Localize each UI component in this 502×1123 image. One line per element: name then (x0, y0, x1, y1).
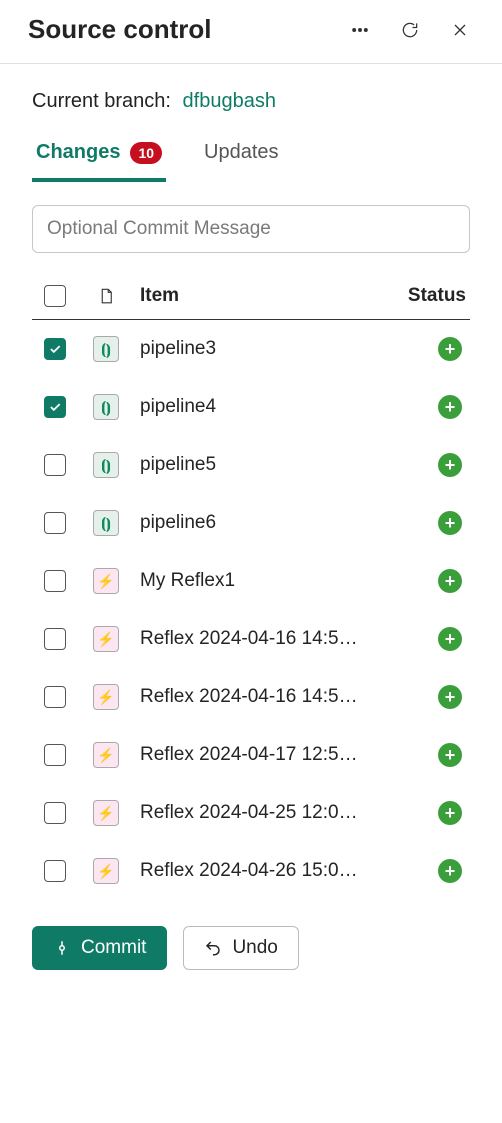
tab-updates[interactable]: Updates (200, 141, 283, 182)
table-row[interactable]: ⦗⦘ pipeline3 + (32, 320, 470, 378)
table-row[interactable]: ⦗⦘ pipeline6 + (32, 494, 470, 552)
refresh-icon[interactable] (396, 16, 424, 44)
item-name: Reflex 2024-04-25 12:0… (140, 802, 380, 824)
pipeline-icon: ⦗⦘ (93, 394, 119, 420)
item-name: pipeline4 (140, 396, 380, 418)
table-row[interactable]: ⚡ Reflex 2024-04-16 14:5… + (32, 668, 470, 726)
table-row[interactable]: ⦗⦘ pipeline4 + (32, 378, 470, 436)
reflex-icon: ⚡ (93, 800, 119, 826)
row-checkbox[interactable] (44, 628, 66, 650)
status-added-icon: + (438, 627, 462, 651)
item-name: pipeline5 (140, 454, 380, 476)
status-added-icon: + (438, 685, 462, 709)
reflex-icon: ⚡ (93, 568, 119, 594)
close-icon[interactable] (446, 16, 474, 44)
item-name: pipeline3 (140, 338, 380, 360)
status-added-icon: + (438, 453, 462, 477)
row-checkbox[interactable] (44, 512, 66, 534)
row-checkbox[interactable] (44, 454, 66, 476)
undo-button[interactable]: Undo (183, 926, 298, 970)
column-item[interactable]: Item (134, 285, 390, 307)
tab-updates-label: Updates (204, 141, 279, 164)
changes-count-badge: 10 (130, 142, 162, 164)
row-checkbox[interactable] (44, 570, 66, 592)
panel-header: Source control (0, 0, 502, 64)
table-row[interactable]: ⚡ Reflex 2024-04-17 12:5… + (32, 726, 470, 784)
status-added-icon: + (438, 395, 462, 419)
row-checkbox[interactable] (44, 860, 66, 882)
status-added-icon: + (438, 743, 462, 767)
file-icon (78, 285, 134, 307)
item-name: pipeline6 (140, 512, 380, 534)
item-name: Reflex 2024-04-17 12:5… (140, 744, 380, 766)
tab-changes-label: Changes (36, 141, 120, 164)
branch-name[interactable]: dfbugbash (183, 90, 276, 112)
more-icon[interactable] (346, 16, 374, 44)
select-all-checkbox[interactable] (44, 285, 66, 307)
item-name: Reflex 2024-04-16 14:5… (140, 686, 380, 708)
undo-button-label: Undo (232, 937, 277, 959)
table-row[interactable]: ⚡ Reflex 2024-04-26 15:0… + (32, 842, 470, 900)
panel-title: Source control (28, 14, 211, 45)
commit-message-input[interactable] (32, 205, 470, 253)
row-checkbox[interactable] (44, 338, 66, 360)
row-checkbox[interactable] (44, 396, 66, 418)
pipeline-icon: ⦗⦘ (93, 452, 119, 478)
commit-button-label: Commit (81, 937, 146, 959)
reflex-icon: ⚡ (93, 684, 119, 710)
status-added-icon: + (438, 337, 462, 361)
reflex-icon: ⚡ (93, 626, 119, 652)
tabs: Changes 10 Updates (32, 141, 470, 183)
item-name: Reflex 2024-04-16 14:5… (140, 628, 380, 650)
header-actions (346, 16, 474, 44)
status-added-icon: + (438, 511, 462, 535)
branch-label: Current branch: (32, 90, 171, 112)
commit-button[interactable]: Commit (32, 926, 167, 970)
reflex-icon: ⚡ (93, 742, 119, 768)
status-added-icon: + (438, 569, 462, 593)
items-list: ⦗⦘ pipeline3 + ⦗⦘ pipeline4 + ⦗⦘ pipeline5 + ⦗⦘ pi… (32, 320, 470, 900)
table-row[interactable]: ⚡ Reflex 2024-04-25 12:0… + (32, 784, 470, 842)
status-added-icon: + (438, 859, 462, 883)
action-bar: Commit Undo (32, 900, 470, 970)
pipeline-icon: ⦗⦘ (93, 336, 119, 362)
item-name: Reflex 2024-04-26 15:0… (140, 860, 380, 882)
status-added-icon: + (438, 801, 462, 825)
table-row[interactable]: ⚡ My Reflex1 + (32, 552, 470, 610)
item-name: My Reflex1 (140, 570, 380, 592)
row-checkbox[interactable] (44, 744, 66, 766)
row-checkbox[interactable] (44, 802, 66, 824)
column-status[interactable]: Status (390, 285, 470, 307)
tab-changes[interactable]: Changes 10 (32, 141, 166, 182)
row-checkbox[interactable] (44, 686, 66, 708)
pipeline-icon: ⦗⦘ (93, 510, 119, 536)
current-branch: Current branch: dfbugbash (32, 90, 470, 113)
reflex-icon: ⚡ (93, 858, 119, 884)
table-row[interactable]: ⦗⦘ pipeline5 + (32, 436, 470, 494)
table-row[interactable]: ⚡ Reflex 2024-04-16 14:5… + (32, 610, 470, 668)
table-header: Item Status (32, 275, 470, 320)
